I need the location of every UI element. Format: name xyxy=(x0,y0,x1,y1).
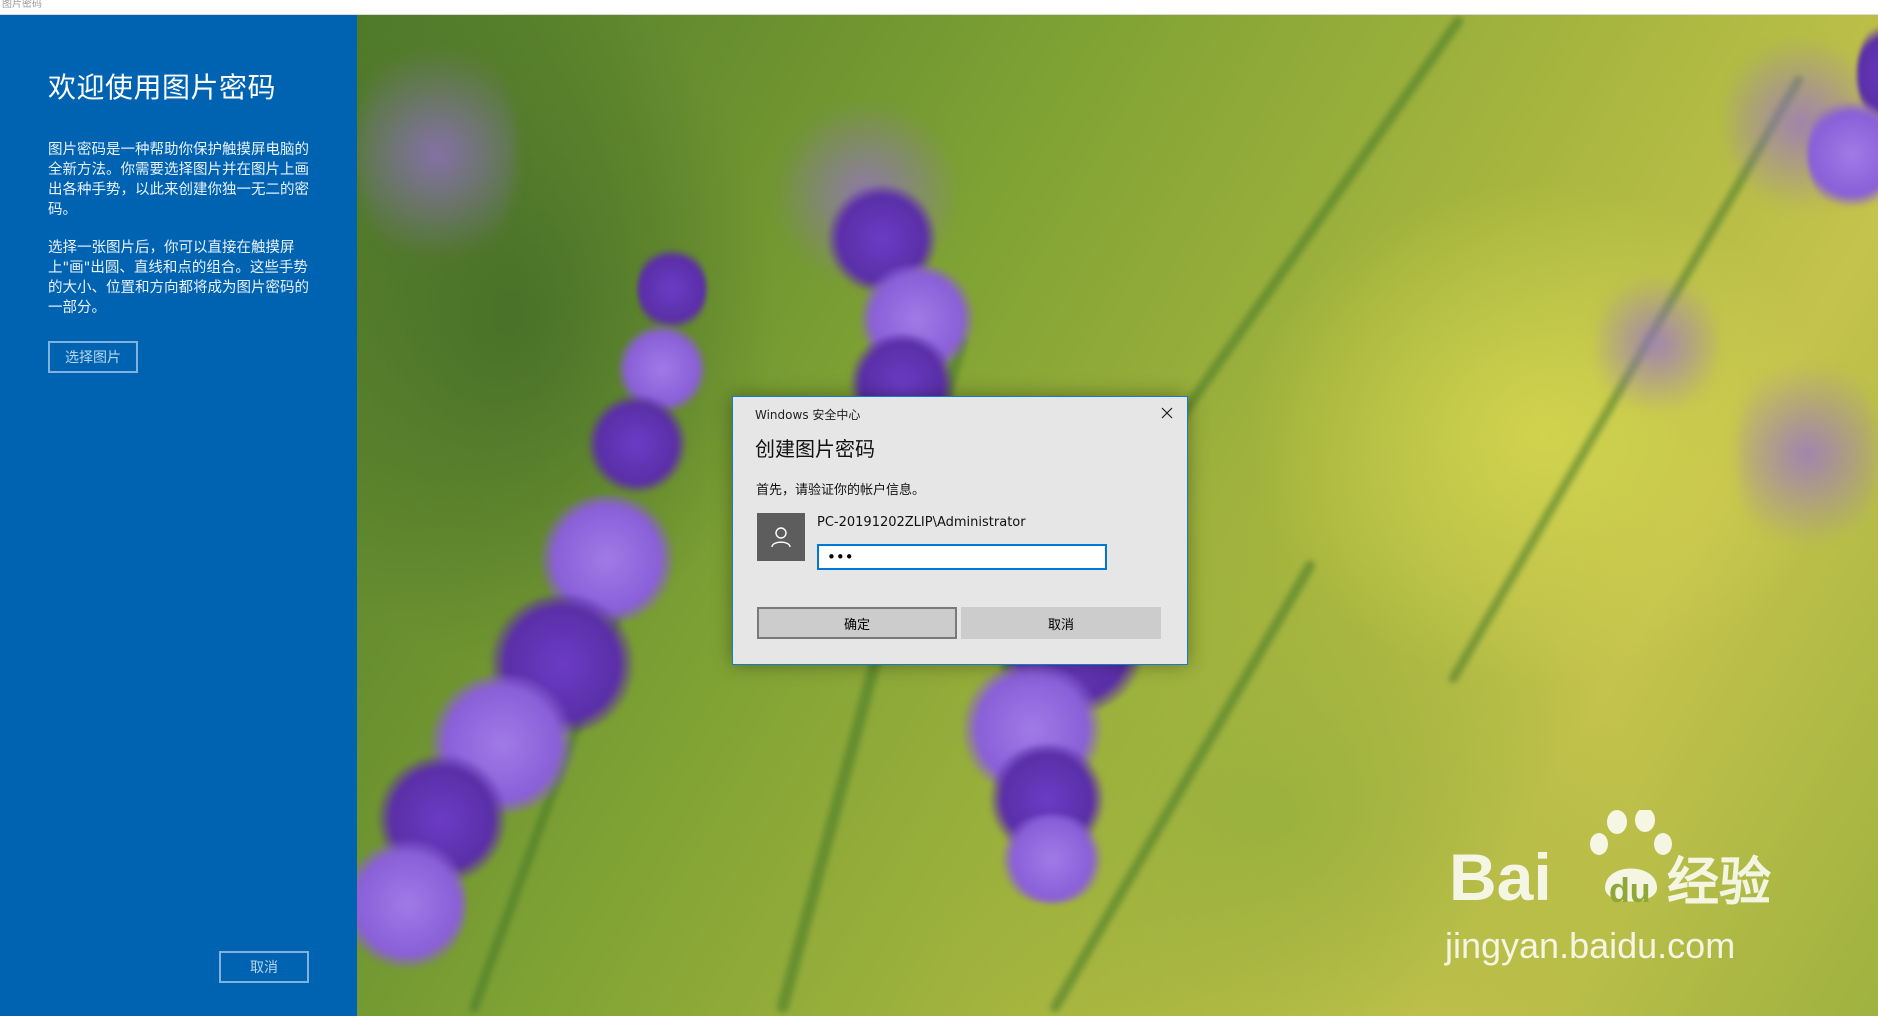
panel-heading: 欢迎使用图片密码 xyxy=(48,71,277,104)
baidu-jingyan-watermark: Bai du 经验 jingyan.baidu.com xyxy=(1444,810,1771,966)
close-icon xyxy=(1161,407,1173,419)
dialog-cancel-button[interactable]: 取消 xyxy=(961,607,1161,639)
password-input[interactable] xyxy=(817,544,1107,570)
screen: 图片密码 欢迎使用图片密码 图片密码是一种帮助你保护触摸屏电脑的全新方法。你需要… xyxy=(0,0,1878,1016)
watermark-brand-paw-text: du xyxy=(1609,872,1651,910)
panel-description-1: 图片密码是一种帮助你保护触摸屏电脑的全新方法。你需要选择图片并在图片上画出各种手… xyxy=(48,142,309,218)
dialog-close-button[interactable] xyxy=(1153,401,1181,425)
window-title: 图片密码 xyxy=(2,0,42,10)
account-avatar xyxy=(757,513,805,561)
ok-button[interactable]: 确定 xyxy=(757,607,957,639)
photo-blossom xyxy=(1737,344,1877,564)
photo-blossom xyxy=(1597,264,1717,424)
side-panel: 欢迎使用图片密码 图片密码是一种帮助你保护触摸屏电脑的全新方法。你需要选择图片并… xyxy=(0,14,357,1016)
photo-blossom xyxy=(357,24,517,284)
watermark-url: jingyan.baidu.com xyxy=(1444,925,1735,966)
photo-blossom xyxy=(357,834,467,974)
photo-blossom xyxy=(997,814,1107,904)
panel-cancel-button[interactable]: 取消 xyxy=(219,951,309,983)
user-icon xyxy=(771,527,791,548)
account-name: PC-20191202ZLIP\Administrator xyxy=(817,515,1026,530)
watermark-brand-cn: 经验 xyxy=(1667,853,1771,913)
photo-blossom xyxy=(587,394,687,494)
choose-picture-button[interactable]: 选择图片 xyxy=(48,341,138,373)
dialog-title: 创建图片密码 xyxy=(755,437,875,461)
panel-description-2: 选择一张图片后，你可以直接在触摸屏上"画"出圆、直线和点的组合。这些手势的大小、… xyxy=(48,240,309,316)
windows-security-dialog: Windows 安全中心 创建图片密码 首先，请验证你的帐户信息。 PC-201… xyxy=(732,396,1188,665)
photo-blossom xyxy=(637,244,707,334)
dialog-caption: Windows 安全中心 xyxy=(755,408,861,422)
dialog-instruction: 首先，请验证你的帐户信息。 xyxy=(756,483,926,498)
watermark-brand-latin: Bai xyxy=(1449,840,1552,914)
window-titlebar: 图片密码 xyxy=(0,0,1878,15)
